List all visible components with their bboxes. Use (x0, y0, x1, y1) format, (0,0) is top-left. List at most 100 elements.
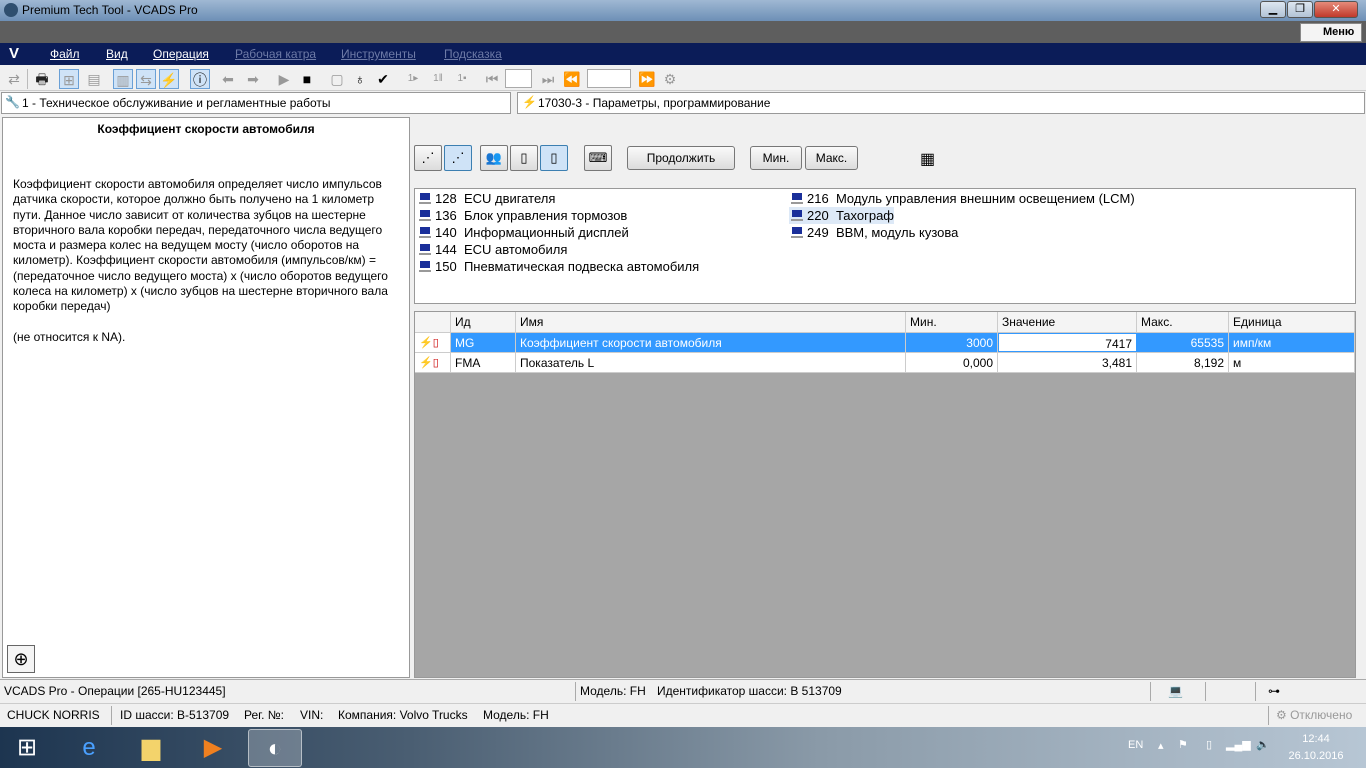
model: Модель: FH (483, 708, 549, 722)
header-name[interactable]: Имя (516, 312, 906, 332)
minimize-button[interactable]: ▁ (1260, 1, 1286, 18)
settings-icon[interactable]: ⚙ (660, 69, 680, 89)
toolbar: ⇄ 🖶 ⊞ ▤ ▥ ⇆ ⚡ ⓘ ⬅ ➡ ▶ ■ ▢ ♁ ✔ 1▸ 1‖ 1▪ ⏮… (0, 65, 1366, 91)
cell-max: 8,192 (1137, 353, 1229, 372)
tree-icon[interactable]: ⊞ (59, 69, 79, 89)
step-field[interactable] (587, 69, 631, 88)
lightning-icon[interactable]: ⚡ (159, 69, 179, 89)
ecu-item[interactable]: 144 ECU автомобиля (417, 241, 567, 258)
value-input[interactable]: 7417 (998, 333, 1137, 352)
ecu-item[interactable]: 128 ECU двигателя (417, 190, 555, 207)
ecu-name: Информационный дисплей (463, 225, 629, 240)
menu-operation[interactable]: Операция (153, 47, 209, 61)
continue-button[interactable]: Продолжить (627, 146, 735, 170)
header-icon-col (415, 312, 451, 332)
step-path-label: 17030-3 - Параметры, программирование (538, 96, 771, 110)
calculator-icon[interactable]: ▦ (920, 149, 935, 169)
menu-view[interactable]: Вид (106, 47, 128, 61)
keyboard-icon[interactable]: ⌨ (584, 145, 612, 171)
ecu-item[interactable]: 140 Информационный дисплей (417, 224, 629, 241)
battery-icon[interactable]: ▯ (1206, 738, 1212, 751)
check-icon[interactable]: ✔ (373, 69, 393, 89)
header-min[interactable]: Мин. (906, 312, 998, 332)
menu-work-card[interactable]: Рабочая катра (235, 47, 316, 61)
cell-name: Показатель L (516, 353, 906, 372)
rewind-icon[interactable]: ⏪ (562, 69, 582, 89)
header-unit[interactable]: Единица (1229, 312, 1355, 332)
cell-max: 65535 (1137, 333, 1229, 352)
ecu-number: 136 (435, 208, 457, 223)
maximize-button[interactable]: ❐ (1287, 1, 1313, 18)
min-button[interactable]: Мин. (750, 146, 802, 170)
ecu-name: Блок управления тормозов (463, 208, 628, 223)
header-max[interactable]: Макс. (1137, 312, 1229, 332)
vcads-task-icon[interactable]: ◐ (248, 729, 302, 767)
vcads-logo: V (9, 45, 20, 62)
last-icon[interactable]: ⏭ (538, 69, 558, 89)
menu-button[interactable]: Меню (1300, 23, 1362, 42)
ecu-icon (791, 210, 803, 221)
signal-icon[interactable]: ▂▄▆ (1226, 738, 1251, 751)
cell-name: Коэффициент скорости автомобиля (516, 333, 906, 352)
media-player-icon[interactable]: ▶ (186, 729, 240, 767)
network-icon[interactable]: ⋰ (444, 145, 472, 171)
close-button[interactable]: ✕ (1314, 1, 1358, 18)
parameter-icon: ⚡▯ (415, 333, 451, 352)
users-icon[interactable]: 👥 (480, 145, 508, 171)
swap-icon[interactable]: ⇄ (4, 69, 24, 89)
print-icon[interactable]: 🖶 (32, 69, 52, 89)
parameters-table: Ид Имя Мин. Значение Макс. Единица ⚡▯ MG… (414, 311, 1356, 678)
ecu-item[interactable]: 136 Блок управления тормозов (417, 207, 627, 224)
document-icon[interactable]: ▤ (84, 69, 104, 89)
ecu-item[interactable]: 150 Пневматическая подвеска автомобиля (417, 258, 699, 275)
menu-help[interactable]: Подсказка (444, 47, 502, 61)
menu-tools[interactable]: Инструменты (341, 47, 416, 61)
clock-time[interactable]: 12:44 (1286, 733, 1346, 745)
ecu-item-selected[interactable]: 220 Тахограф (789, 207, 895, 224)
table-row[interactable]: ⚡▯ MG Коэффициент скорости автомобиля 30… (415, 333, 1355, 353)
back-arrow-icon[interactable]: ⬅ (218, 69, 238, 89)
start-button[interactable]: ⊞ (0, 729, 54, 767)
menu-file[interactable]: Файл (50, 47, 80, 61)
chassis-id: ID шасси: B-513709 (120, 708, 230, 722)
forward-arrow-icon[interactable]: ➡ (243, 69, 263, 89)
stop-step-icon[interactable]: 1▪ (452, 69, 472, 89)
ecu-name: BBM, модуль кузова (835, 225, 959, 240)
first-icon[interactable]: ⏮ (482, 69, 502, 89)
page-icon[interactable]: ▢ (327, 69, 347, 89)
zoom-in-icon[interactable]: ⊕ (7, 645, 35, 673)
divider (1205, 682, 1206, 701)
cell-value[interactable]: 3,481 (998, 353, 1137, 372)
stop-icon[interactable]: ■ (297, 69, 317, 89)
ecu-item[interactable]: 249 BBM, модуль кузова (789, 224, 958, 241)
tray-expand-icon[interactable]: ▴ (1158, 739, 1164, 752)
ecu-program-icon[interactable]: ▯ (510, 145, 538, 171)
status-model: Модель: FH (580, 684, 646, 698)
action-center-icon[interactable]: ⚑ (1178, 738, 1188, 751)
page-field[interactable] (505, 69, 532, 88)
info-icon[interactable]: ⓘ (190, 69, 210, 89)
play-icon[interactable]: ▶ (274, 69, 294, 89)
arrows-icon[interactable]: ⇆ (136, 69, 156, 89)
explorer-icon[interactable]: ▆ (124, 729, 178, 767)
status-bar: VCADS Pro - Операции [265-HU123445] Моде… (0, 679, 1366, 702)
divider (575, 682, 576, 701)
ie-icon[interactable]: e (62, 729, 116, 767)
max-button[interactable]: Макс. (805, 146, 858, 170)
header-value[interactable]: Значение (998, 312, 1137, 332)
network-select-icon[interactable]: ⋰ (414, 145, 442, 171)
clock-date[interactable]: 26.10.2016 (1282, 750, 1350, 762)
volume-icon[interactable]: 🔈 (1256, 738, 1270, 751)
table-row[interactable]: ⚡▯ FMA Показатель L 0,000 3,481 8,192 м (415, 353, 1355, 373)
header-id[interactable]: Ид (451, 312, 516, 332)
fast-forward-icon[interactable]: ⏩ (637, 69, 657, 89)
hint-icon[interactable]: ♁ (350, 69, 370, 89)
connection-label: Отключено (1290, 708, 1353, 722)
ecu-user-icon[interactable]: ▯ (540, 145, 568, 171)
ecu-item[interactable]: 216 Модуль управления внешним освещением… (789, 190, 1135, 207)
connector-icon: ⊶ (1268, 684, 1280, 698)
chart-icon[interactable]: ▥ (113, 69, 133, 89)
step-icon[interactable]: 1▸ (403, 69, 423, 89)
language-indicator[interactable]: EN (1128, 739, 1143, 751)
pause-step-icon[interactable]: 1‖ (428, 69, 448, 89)
